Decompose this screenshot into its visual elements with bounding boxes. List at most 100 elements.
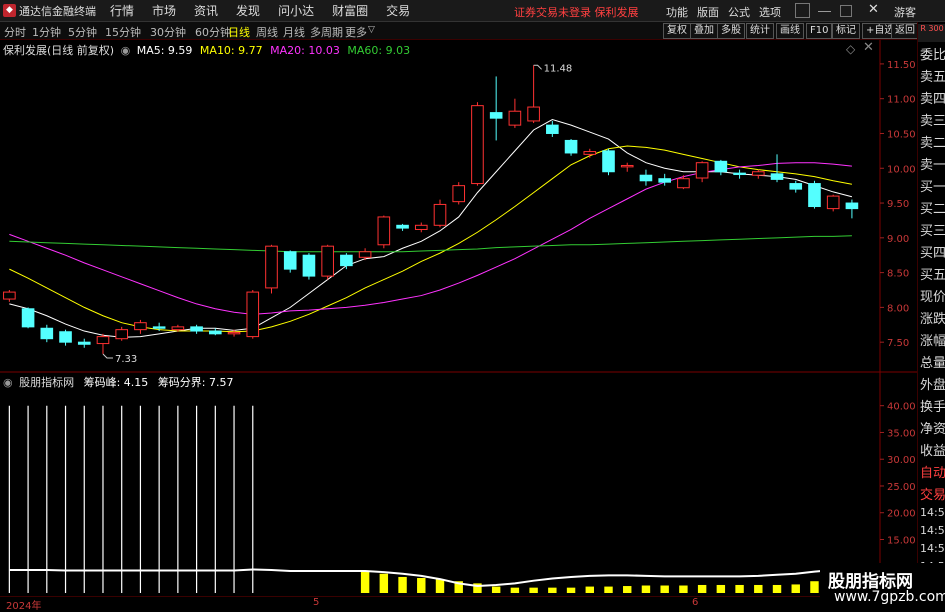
candle-body: [77, 341, 91, 345]
candle-body: [639, 174, 653, 182]
chip-boundary-line: [9, 568, 852, 588]
watermark: 股朋指标网 www.7gpzb.com: [820, 563, 945, 609]
chevron-down-icon[interactable]: ▽: [368, 25, 375, 35]
price-tick-label: 11.00: [887, 95, 916, 106]
menu-item-shichang[interactable]: 市场: [152, 2, 176, 19]
menu-item-gongneng[interactable]: 功能: [666, 4, 688, 20]
yellow-bar: [791, 584, 800, 593]
period-daily[interactable]: 日线: [228, 24, 250, 40]
candle-body: [283, 251, 297, 270]
indicator-tick-label: 20.00: [887, 509, 916, 520]
yellow-bar: [623, 586, 632, 593]
indicator-settings-icon[interactable]: ◉: [3, 376, 13, 389]
side-panel-item: 14:5: [920, 542, 945, 555]
candle-body: [677, 178, 690, 189]
menu-item-hangqing[interactable]: 行情: [110, 2, 134, 19]
period-1min[interactable]: 1分钟: [32, 24, 61, 40]
menu-item-zixun[interactable]: 资讯: [194, 2, 218, 19]
low-price-label: 7.33: [115, 354, 137, 365]
side-panel-item[interactable]: 交易: [920, 484, 945, 503]
candle-body: [808, 183, 821, 208]
candle-body: [190, 326, 203, 332]
side-panel-item: 卖一: [920, 158, 945, 173]
period-fenshi[interactable]: 分时: [4, 24, 26, 40]
index-badge[interactable]: R 300: [918, 24, 945, 42]
high-marker: [533, 64, 542, 70]
menu-item-wenxiaoda[interactable]: 问小达: [278, 2, 314, 19]
overlay-button[interactable]: 叠加: [690, 23, 718, 39]
period-weekly[interactable]: 周线: [256, 24, 278, 40]
menu-item-xuanxiang[interactable]: 选项: [759, 4, 781, 20]
menu-item-faxian[interactable]: 发现: [236, 2, 260, 19]
side-panel-item[interactable]: 自动: [920, 462, 945, 481]
candle-body: [546, 124, 559, 134]
period-monthly[interactable]: 月线: [283, 24, 305, 40]
yellow-bar: [660, 585, 669, 593]
mark-button[interactable]: 标记: [832, 23, 860, 39]
period-60min[interactable]: 60分钟: [195, 24, 231, 40]
ma10-line: [9, 145, 853, 333]
candle-body: [134, 322, 147, 331]
period-15min[interactable]: 15分钟: [105, 24, 141, 40]
indicator-name[interactable]: 股朋指标网: [19, 376, 74, 389]
chip-peak-label: 筹码峰: 4.15: [83, 376, 149, 389]
side-panel-item: 买一: [920, 180, 945, 195]
menu-item-jiaoyi[interactable]: 交易: [386, 2, 410, 19]
candle-body: [695, 162, 709, 179]
statistics-button[interactable]: 统计: [746, 23, 774, 39]
date-label-may: 5: [313, 597, 320, 608]
candle-body: [265, 245, 278, 289]
menu-item-banmian[interactable]: 版面: [697, 4, 719, 20]
price-tick-label: 10.50: [887, 129, 916, 140]
period-5min[interactable]: 5分钟: [68, 24, 97, 40]
close-icon[interactable]: ✕: [868, 2, 879, 17]
side-panel-item: 买二: [920, 202, 945, 217]
multi-stock-button[interactable]: 多股: [717, 23, 745, 39]
candle-body: [602, 150, 615, 173]
side-panel-item: 换手: [920, 400, 945, 415]
maximize-icon[interactable]: [840, 5, 852, 17]
candle-body: [620, 164, 634, 168]
menu-item-gongshi[interactable]: 公式: [728, 4, 750, 20]
side-panel-item: 卖四: [920, 92, 945, 107]
yellow-bar: [604, 586, 613, 593]
chart-area[interactable]: 11.48 7.33 7.50 8.00 8.50 9.00 9.50 10.00 10.50…: [0, 40, 917, 596]
period-more[interactable]: 更多: [345, 24, 367, 40]
period-multi[interactable]: 多周期: [310, 24, 343, 40]
draw-line-button[interactable]: 画线: [776, 23, 804, 39]
yellow-bar: [641, 585, 651, 593]
low-marker: [102, 353, 113, 359]
side-panel-item: 买四: [920, 246, 945, 261]
candle-body: [152, 326, 166, 329]
date-label-june: 6: [692, 597, 699, 608]
yellow-bar: [491, 586, 501, 593]
candle-body: [770, 173, 784, 180]
high-price-label: 11.48: [544, 63, 573, 74]
fuquan-button[interactable]: 复权: [663, 23, 691, 39]
period-30min[interactable]: 30分钟: [150, 24, 186, 40]
indicator-tick-label: 40.00: [887, 402, 916, 413]
indicator-tick-label: 30.00: [887, 455, 916, 466]
trade-login-warning[interactable]: 证券交易未登录 保利发展: [514, 4, 639, 20]
skin-icon[interactable]: [795, 3, 810, 18]
candle-body: [751, 171, 765, 176]
ma5-line: [9, 119, 853, 338]
back-button[interactable]: 返回: [891, 23, 919, 39]
price-tick-label: 9.50: [887, 199, 909, 210]
side-panel-item: 涨跌: [920, 312, 945, 327]
indicator-info: ◉ 股朋指标网 筹码峰: 4.15 筹码分界: 7.57: [3, 374, 234, 390]
price-tick-label: 8.50: [887, 269, 909, 280]
minimize-icon[interactable]: [818, 3, 831, 12]
f10-button[interactable]: F10: [806, 23, 833, 39]
candle-body: [115, 329, 129, 340]
candlestick-chart: 11.48 7.33: [3, 63, 859, 365]
indicator-tick-label: 25.00: [887, 482, 916, 493]
candle-body: [21, 308, 35, 328]
yellow-bar: [398, 576, 407, 593]
yellow-bar: [585, 586, 594, 593]
ma20-line: [9, 162, 852, 315]
price-tick-label: 8.00: [887, 303, 909, 314]
yellow-bar: [379, 573, 389, 593]
guest-label[interactable]: 游客: [894, 4, 916, 20]
menu-item-caifuquan[interactable]: 财富圈: [332, 2, 368, 19]
